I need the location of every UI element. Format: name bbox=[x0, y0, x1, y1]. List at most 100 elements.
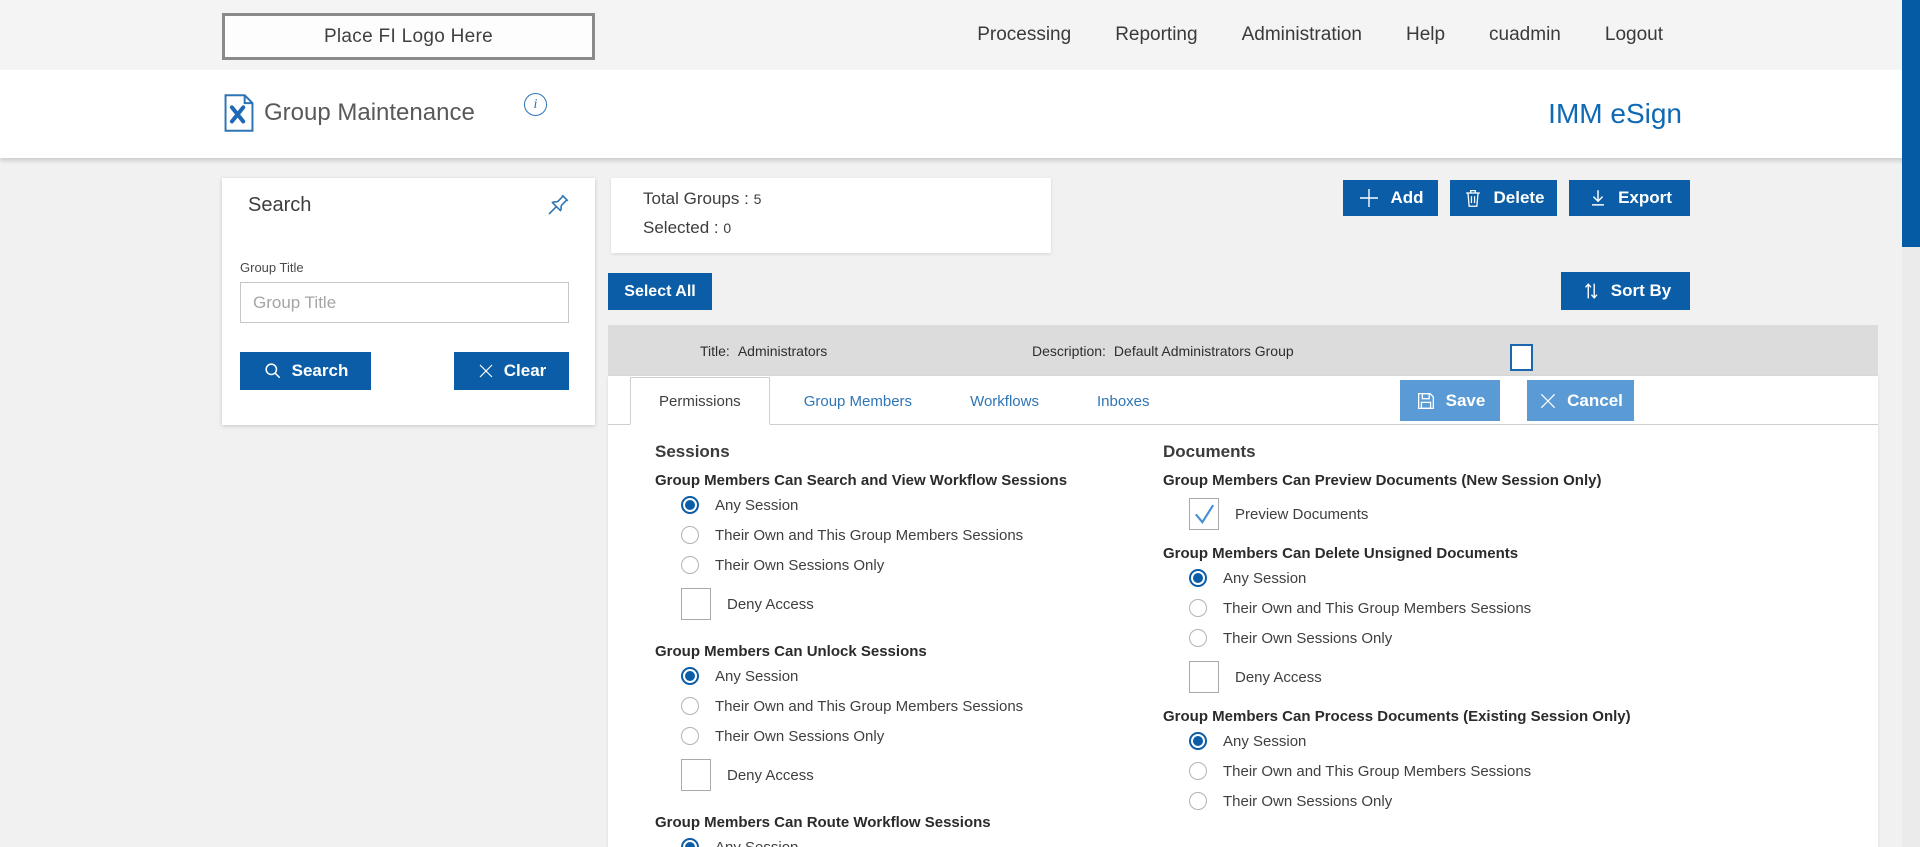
permission-group: Group Members Can Unlock Sessions Any Ses… bbox=[655, 643, 1125, 792]
radio-dot bbox=[1193, 736, 1203, 746]
radio-icon[interactable] bbox=[1189, 732, 1207, 750]
checkbox-icon[interactable] bbox=[1189, 661, 1219, 693]
document-tools-icon bbox=[222, 93, 256, 138]
radio-icon[interactable] bbox=[1189, 629, 1207, 647]
radio-option-their-own-and-this-group-members-sessions[interactable]: Their Own and This Group Members Session… bbox=[655, 520, 1125, 550]
search-panel-title: Search bbox=[248, 194, 312, 216]
radio-label: Any Session bbox=[715, 838, 799, 847]
permission-group-title: Group Members Can Search and View Workfl… bbox=[655, 472, 1068, 489]
export-button[interactable]: Export bbox=[1569, 180, 1690, 216]
radio-label: Their Own and This Group Members Session… bbox=[1223, 762, 1532, 780]
permissions-column-sessions: Sessions Group Members Can Search and Vie… bbox=[655, 424, 1125, 847]
radio-icon[interactable] bbox=[1189, 569, 1207, 587]
save-button[interactable]: Save bbox=[1400, 380, 1500, 421]
radio-label: Their Own and This Group Members Session… bbox=[715, 526, 1024, 544]
checkbox-option-deny-access[interactable]: Deny Access bbox=[655, 587, 1125, 621]
radio-option-their-own-and-this-group-members-sessions[interactable]: Their Own and This Group Members Session… bbox=[1163, 756, 1823, 786]
page-header: Group Maintenance i IMM eSign bbox=[0, 70, 1920, 158]
checkbox-icon[interactable] bbox=[681, 759, 711, 791]
radio-option-their-own-sessions-only[interactable]: Their Own Sessions Only bbox=[1163, 623, 1823, 653]
radio-label: Their Own and This Group Members Session… bbox=[715, 697, 1024, 715]
group-title-label: Group Title bbox=[240, 260, 304, 275]
tab-group-members[interactable]: Group Members bbox=[780, 378, 936, 424]
permission-group-title: Group Members Can Delete Unsigned Docume… bbox=[1163, 545, 1519, 562]
total-groups: Total Groups : 5 bbox=[643, 189, 762, 208]
checkbox-icon[interactable] bbox=[681, 588, 711, 620]
radio-option-any-session[interactable]: Any Session bbox=[1163, 726, 1823, 756]
clear-button[interactable]: Clear bbox=[454, 352, 569, 390]
radio-label: Any Session bbox=[1223, 569, 1307, 587]
radio-label: Any Session bbox=[715, 667, 799, 685]
checkbox-icon[interactable] bbox=[1189, 498, 1219, 530]
radio-icon[interactable] bbox=[681, 526, 699, 544]
tab-inboxes[interactable]: Inboxes bbox=[1073, 378, 1174, 424]
add-button[interactable]: Add bbox=[1343, 180, 1438, 216]
section-heading-sessions: Sessions bbox=[655, 442, 730, 461]
section-heading-documents: Documents bbox=[1163, 442, 1256, 461]
scrollbar-thumb[interactable] bbox=[1902, 0, 1920, 247]
checkbox-option-preview-documents[interactable]: Preview Documents bbox=[1163, 497, 1823, 531]
search-panel: Search Group Title Search Clear bbox=[222, 178, 595, 425]
selected-count: Selected : 0 bbox=[643, 218, 732, 237]
group-detail-panel: Permissions Group Members Workflows Inboxes… bbox=[608, 376, 1878, 847]
permission-group-title: Group Members Can Unlock Sessions bbox=[655, 643, 927, 660]
nav-item-administration[interactable]: Administration bbox=[1242, 24, 1362, 46]
sort-by-button[interactable]: Sort By bbox=[1561, 272, 1690, 310]
group-title-input[interactable] bbox=[240, 282, 569, 323]
radio-option-their-own-and-this-group-members-sessions[interactable]: Their Own and This Group Members Session… bbox=[1163, 593, 1823, 623]
radio-option-their-own-sessions-only[interactable]: Their Own Sessions Only bbox=[655, 550, 1125, 580]
radio-label: Their Own Sessions Only bbox=[1223, 629, 1393, 647]
radio-option-their-own-sessions-only[interactable]: Their Own Sessions Only bbox=[1163, 786, 1823, 816]
radio-option-any-session[interactable]: Any Session bbox=[655, 661, 1125, 691]
page-title: Group Maintenance bbox=[264, 99, 475, 126]
checkbox-label: Preview Documents bbox=[1235, 505, 1369, 523]
radio-option-any-session[interactable]: Any Session bbox=[655, 832, 1125, 847]
info-icon[interactable]: i bbox=[524, 93, 547, 116]
checkbox-label: Deny Access bbox=[1235, 668, 1322, 686]
radio-icon[interactable] bbox=[681, 496, 699, 514]
radio-icon[interactable] bbox=[681, 727, 699, 745]
radio-icon[interactable] bbox=[1189, 792, 1207, 810]
radio-icon[interactable] bbox=[1189, 599, 1207, 617]
radio-icon[interactable] bbox=[681, 697, 699, 715]
nav-item-logout[interactable]: Logout bbox=[1605, 24, 1663, 46]
nav-item-cuadmin[interactable]: cuadmin bbox=[1489, 24, 1561, 46]
nav-item-reporting[interactable]: Reporting bbox=[1115, 24, 1197, 46]
delete-button[interactable]: Delete bbox=[1450, 180, 1557, 216]
radio-icon[interactable] bbox=[681, 838, 699, 847]
nav-item-processing[interactable]: Processing bbox=[977, 24, 1071, 46]
radio-option-their-own-sessions-only[interactable]: Their Own Sessions Only bbox=[655, 721, 1125, 751]
radio-option-any-session[interactable]: Any Session bbox=[1163, 563, 1823, 593]
checkbox-option-deny-access[interactable]: Deny Access bbox=[1163, 660, 1823, 694]
top-nav-bar: Place FI Logo Here Processing Reporting Ad… bbox=[0, 0, 1920, 70]
radio-label: Their Own Sessions Only bbox=[715, 556, 885, 574]
radio-label: Any Session bbox=[1223, 732, 1307, 750]
fi-logo-text: Place FI Logo Here bbox=[323, 25, 494, 47]
tab-workflows[interactable]: Workflows bbox=[946, 378, 1063, 424]
radio-icon[interactable] bbox=[681, 556, 699, 574]
groups-summary: Total Groups : 5 Selected : 0 bbox=[611, 178, 1051, 253]
radio-option-their-own-and-this-group-members-sessions[interactable]: Their Own and This Group Members Session… bbox=[655, 691, 1125, 721]
permission-group: Group Members Can Process Documents (Exi… bbox=[1163, 708, 1823, 816]
tab-permissions[interactable]: Permissions bbox=[630, 377, 770, 425]
radio-icon[interactable] bbox=[1189, 762, 1207, 780]
pin-icon[interactable] bbox=[541, 190, 573, 227]
select-all-button[interactable]: Select All bbox=[608, 273, 712, 310]
checkbox-option-deny-access[interactable]: Deny Access bbox=[655, 758, 1125, 792]
checkbox-label: Deny Access bbox=[727, 595, 814, 613]
radio-dot bbox=[685, 671, 695, 681]
nav-menu: Processing Reporting Administration Help cua… bbox=[977, 0, 1663, 70]
radio-icon[interactable] bbox=[681, 667, 699, 685]
vertical-scrollbar[interactable] bbox=[1902, 0, 1920, 847]
radio-option-any-session[interactable]: Any Session bbox=[655, 490, 1125, 520]
checkbox-label: Deny Access bbox=[727, 766, 814, 784]
group-title: Title: Administrators bbox=[700, 342, 828, 359]
group-description: Description: Default Administrators Group bbox=[1032, 342, 1294, 359]
permission-group-title: Group Members Can Route Workflow Session… bbox=[655, 814, 991, 831]
group-row[interactable]: Title: Administrators Description: Default… bbox=[608, 325, 1878, 376]
nav-item-help[interactable]: Help bbox=[1406, 24, 1445, 46]
radio-label: Any Session bbox=[715, 496, 799, 514]
cancel-button[interactable]: Cancel bbox=[1527, 380, 1634, 421]
search-button[interactable]: Search bbox=[240, 352, 371, 390]
copy-group-icon[interactable] bbox=[1497, 333, 1533, 371]
